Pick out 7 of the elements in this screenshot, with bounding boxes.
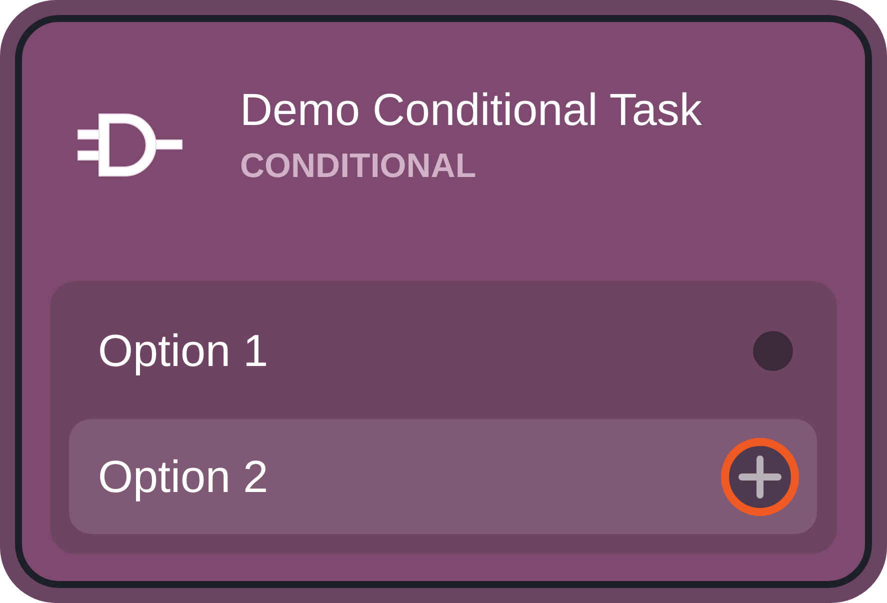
add-connection-icon[interactable] (720, 436, 800, 516)
and-gate-icon (77, 113, 183, 177)
option-row[interactable]: Option 1 (69, 303, 817, 399)
option-row[interactable]: Option 2 (69, 419, 817, 534)
task-type-label: CONDITIONAL (240, 146, 478, 186)
connection-dot[interactable] (753, 331, 793, 371)
task-title: Demo Conditional Task (240, 84, 702, 136)
